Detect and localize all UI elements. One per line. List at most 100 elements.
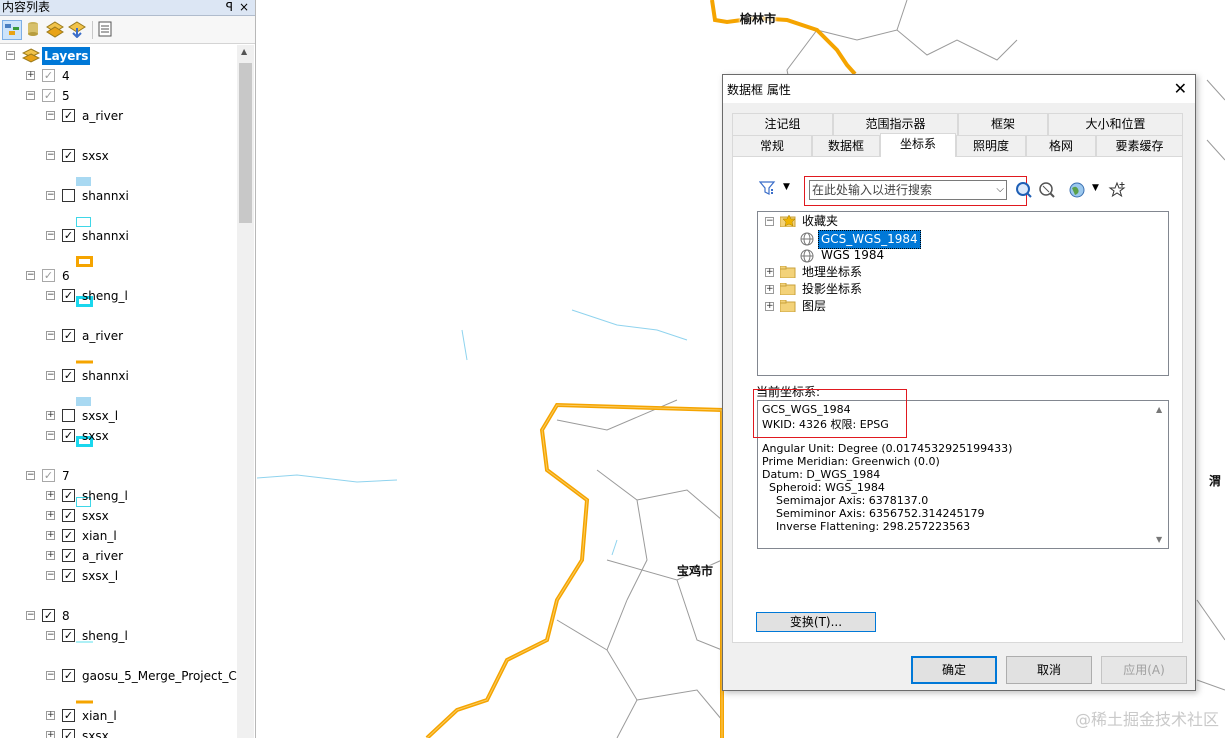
- apply-button[interactable]: 应用(A): [1101, 656, 1187, 684]
- expand-icon[interactable]: +: [765, 268, 774, 277]
- layer-checkbox[interactable]: [62, 409, 75, 422]
- layer-row[interactable]: − ✓ shannxi: [0, 227, 237, 245]
- cancel-button[interactable]: 取消: [1006, 656, 1092, 684]
- layer-row[interactable]: − ✓ sheng_l: [0, 287, 237, 305]
- layer-row[interactable]: − ✓ shannxi: [0, 367, 237, 385]
- layer-checkbox[interactable]: ✓: [62, 149, 75, 162]
- layer-row[interactable]: − ✓ sheng_l: [0, 627, 237, 645]
- layer-row[interactable]: − ✓ sxsx_l: [0, 567, 237, 585]
- layer-checkbox[interactable]: ✓: [62, 569, 75, 582]
- clear-search-icon[interactable]: [1038, 181, 1056, 199]
- tab-data-frame[interactable]: 数据框: [812, 135, 880, 157]
- collapse-icon[interactable]: −: [46, 111, 55, 120]
- add-to-favorites-icon[interactable]: [1108, 181, 1126, 199]
- collapse-icon[interactable]: −: [46, 231, 55, 240]
- group-checkbox[interactable]: ✓: [42, 89, 55, 102]
- group-checkbox[interactable]: ✓: [42, 269, 55, 282]
- layers-root-row[interactable]: − Layers: [0, 47, 237, 65]
- group-row-6[interactable]: − ✓ 6: [0, 267, 237, 285]
- search-icon[interactable]: [1015, 181, 1033, 199]
- collapse-icon[interactable]: −: [6, 51, 15, 60]
- list-by-selection-icon[interactable]: [68, 20, 88, 40]
- layer-row[interactable]: − ✓ a_river: [0, 107, 237, 125]
- close-icon[interactable]: ×: [239, 0, 249, 15]
- layer-row[interactable]: + ✓ a_river: [0, 547, 237, 565]
- expand-icon[interactable]: +: [46, 551, 55, 560]
- layer-row[interactable]: + ✓ sxsx: [0, 507, 237, 525]
- expand-icon[interactable]: +: [26, 71, 35, 80]
- expand-icon[interactable]: +: [46, 531, 55, 540]
- tab-general[interactable]: 常规: [732, 135, 812, 157]
- tab-feature-cache[interactable]: 要素缓存: [1096, 135, 1183, 157]
- pin-icon[interactable]: ꟼ: [226, 0, 233, 15]
- scroll-up-icon[interactable]: ▲: [1156, 405, 1162, 414]
- layer-checkbox[interactable]: ✓: [62, 529, 75, 542]
- group-row-5[interactable]: − ✓ 5: [0, 87, 237, 105]
- tab-illumination[interactable]: 照明度: [956, 135, 1026, 157]
- details-scrollbar[interactable]: ▲ ▼: [1152, 401, 1168, 548]
- list-by-visibility-icon[interactable]: [46, 20, 66, 40]
- layer-checkbox[interactable]: ✓: [62, 369, 75, 382]
- collapse-icon[interactable]: −: [46, 151, 55, 160]
- collapse-icon[interactable]: −: [765, 217, 774, 226]
- collapse-icon[interactable]: −: [46, 331, 55, 340]
- layer-checkbox[interactable]: ✓: [62, 629, 75, 642]
- layer-row[interactable]: − ✓ sxsx: [0, 147, 237, 165]
- tab-grids[interactable]: 格网: [1026, 135, 1096, 157]
- expand-icon[interactable]: +: [765, 285, 774, 294]
- layer-row[interactable]: − shannxi: [0, 187, 237, 205]
- scroll-up-icon[interactable]: ▲: [241, 47, 247, 56]
- list-by-drawing-order-icon[interactable]: [2, 20, 22, 40]
- tab-annotation-groups[interactable]: 注记组: [732, 113, 833, 135]
- expand-icon[interactable]: +: [46, 491, 55, 500]
- expand-icon[interactable]: +: [46, 411, 55, 420]
- ok-button[interactable]: 确定: [911, 656, 997, 684]
- coordinate-system-tree[interactable]: − 收藏夹 GCS_WGS_1984 WGS 1984 + 地理坐标系 + 投影…: [757, 211, 1169, 376]
- collapse-icon[interactable]: −: [46, 571, 55, 580]
- transform-button[interactable]: 变换(T)...: [756, 612, 876, 632]
- expand-icon[interactable]: +: [46, 711, 55, 720]
- layer-row[interactable]: − ✓ a_river: [0, 327, 237, 345]
- scroll-thumb[interactable]: [239, 63, 252, 223]
- globe-icon[interactable]: [1068, 181, 1086, 199]
- layer-row[interactable]: + sxsx_l: [0, 407, 237, 425]
- group-row-4[interactable]: + ✓ 4: [0, 67, 237, 85]
- close-icon[interactable]: ✕: [1174, 79, 1187, 98]
- collapse-icon[interactable]: −: [46, 431, 55, 440]
- collapse-icon[interactable]: −: [26, 91, 35, 100]
- filter-icon[interactable]: [759, 180, 777, 196]
- layer-row[interactable]: + ✓ sheng_l: [0, 487, 237, 505]
- expand-icon[interactable]: +: [46, 731, 55, 738]
- layer-row[interactable]: + ✓ sxsx: [0, 727, 237, 738]
- group-checkbox[interactable]: ✓: [42, 469, 55, 482]
- collapse-icon[interactable]: −: [46, 371, 55, 380]
- list-by-source-icon[interactable]: [24, 20, 44, 40]
- chevron-down-icon[interactable]: ▼: [1092, 183, 1099, 193]
- layer-checkbox[interactable]: ✓: [62, 109, 75, 122]
- group-row-8[interactable]: − ✓ 8: [0, 607, 237, 625]
- tab-extent-indicators[interactable]: 范围指示器: [833, 113, 958, 135]
- group-checkbox[interactable]: ✓: [42, 69, 55, 82]
- layer-checkbox[interactable]: ✓: [62, 229, 75, 242]
- scroll-down-icon[interactable]: ▼: [1156, 535, 1162, 544]
- dialog-titlebar[interactable]: 数据框 属性 ✕: [723, 75, 1195, 103]
- layer-checkbox[interactable]: ✓: [62, 289, 75, 302]
- expand-icon[interactable]: +: [46, 511, 55, 520]
- collapse-icon[interactable]: −: [26, 611, 35, 620]
- expand-icon[interactable]: +: [765, 302, 774, 311]
- layer-row[interactable]: + ✓ xian_l: [0, 707, 237, 725]
- toc-scrollbar[interactable]: ▲: [237, 45, 254, 738]
- collapse-icon[interactable]: −: [26, 471, 35, 480]
- layer-checkbox[interactable]: ✓: [62, 429, 75, 442]
- layer-checkbox[interactable]: ✓: [62, 489, 75, 502]
- chevron-down-icon[interactable]: ▼: [783, 182, 790, 192]
- collapse-icon[interactable]: −: [26, 271, 35, 280]
- collapse-icon[interactable]: −: [46, 291, 55, 300]
- layer-checkbox[interactable]: [62, 189, 75, 202]
- collapse-icon[interactable]: −: [46, 671, 55, 680]
- group-checkbox[interactable]: ✓: [42, 609, 55, 622]
- layer-row[interactable]: − ✓ sxsx: [0, 427, 237, 445]
- collapse-icon[interactable]: −: [46, 191, 55, 200]
- collapse-icon[interactable]: −: [46, 631, 55, 640]
- options-icon[interactable]: [96, 20, 116, 40]
